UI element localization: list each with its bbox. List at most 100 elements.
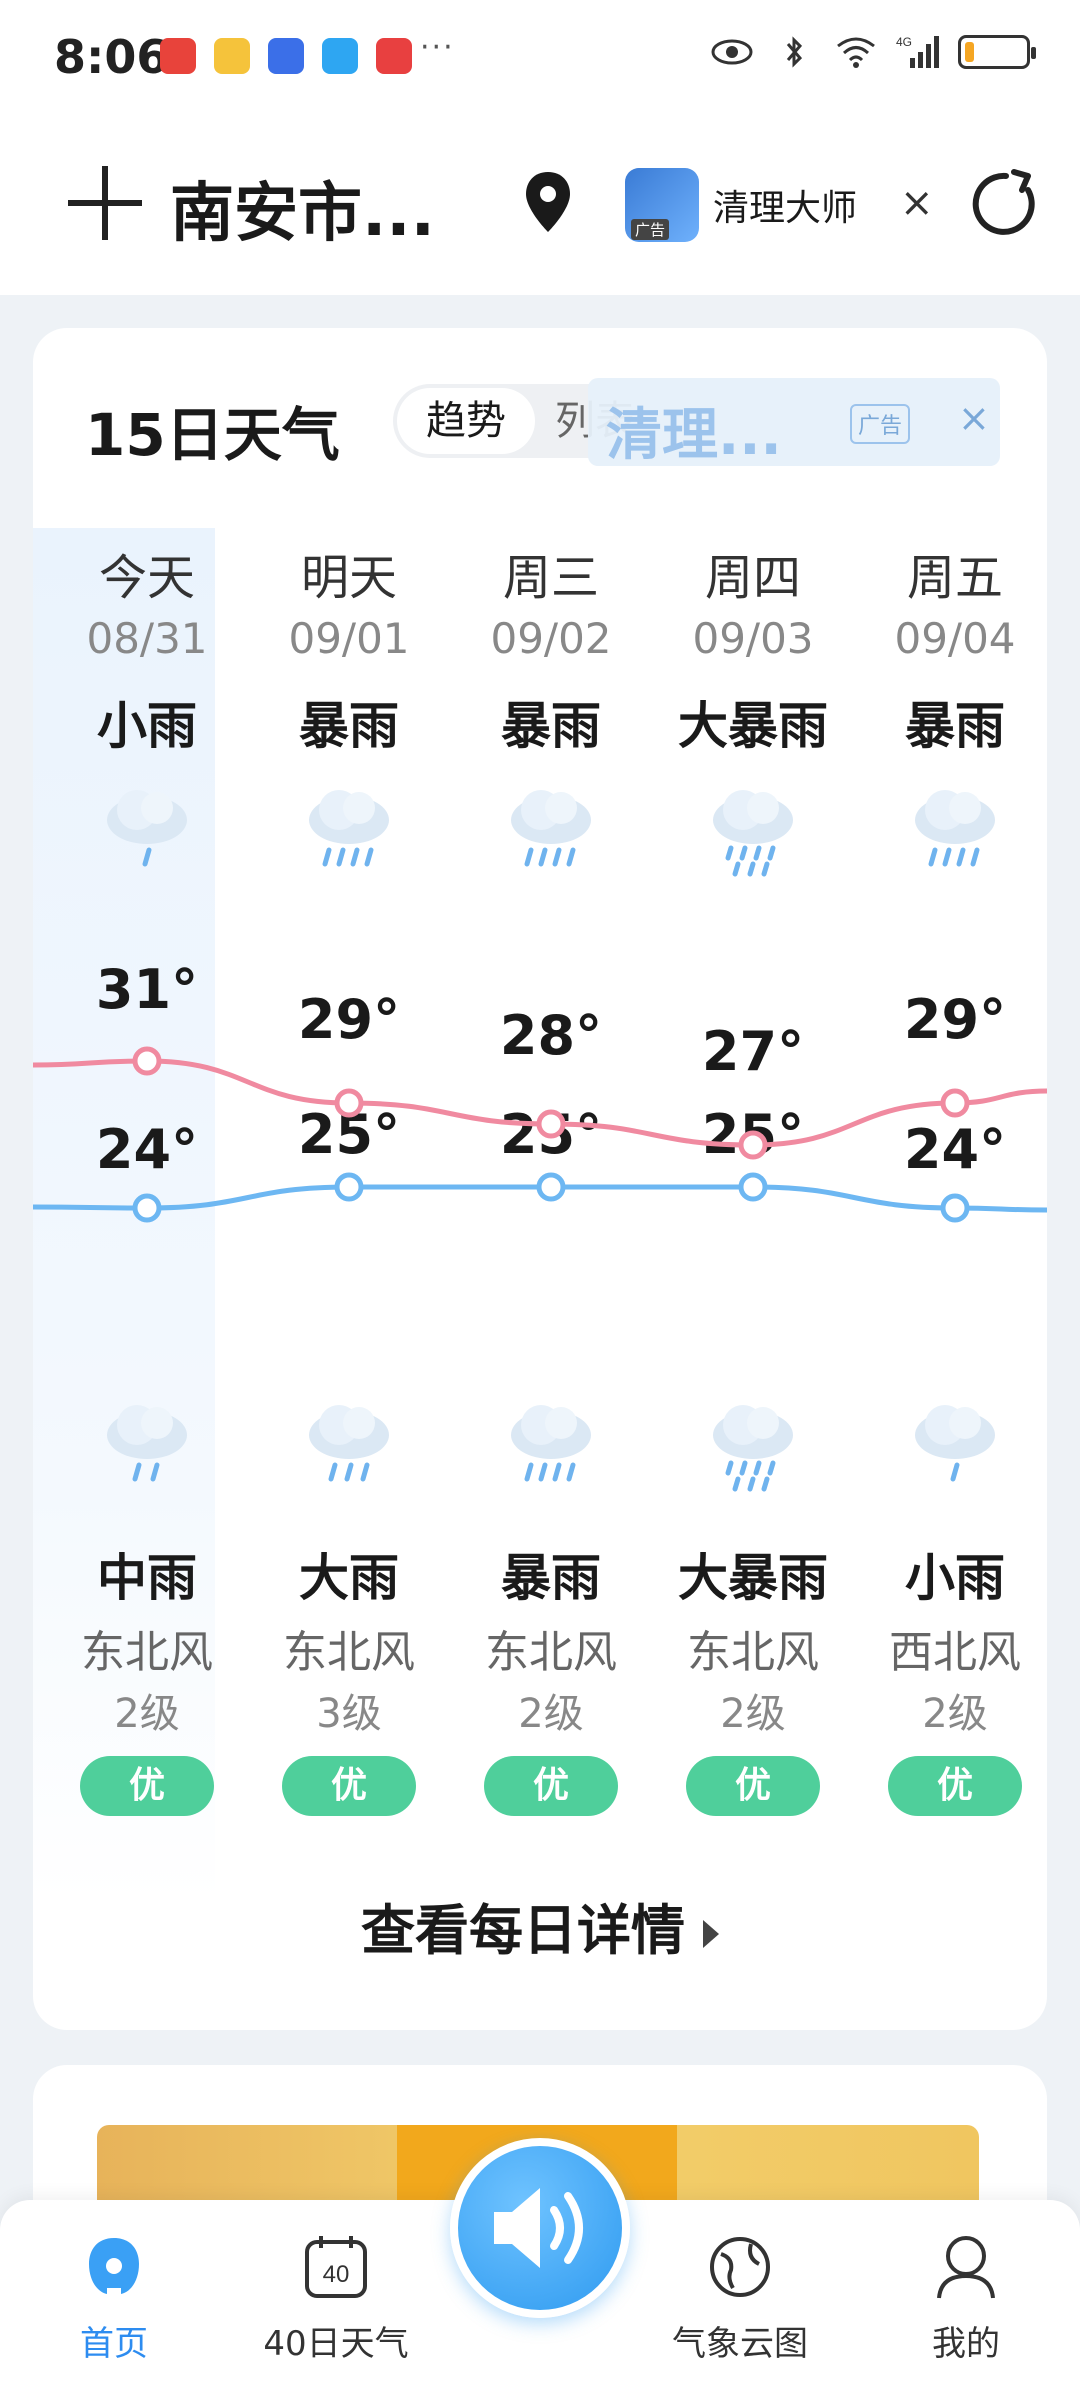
wind-direction: 西北风 bbox=[889, 1627, 1021, 1678]
svg-text:40: 40 bbox=[323, 2261, 350, 2288]
low-temp-point bbox=[334, 1172, 364, 1202]
voice-broadcast-button[interactable] bbox=[450, 2138, 630, 2318]
day-label: 周四 bbox=[704, 550, 801, 606]
night-weather: 大雨 bbox=[299, 1549, 399, 1607]
aqi-badge: 优 bbox=[888, 1756, 1022, 1816]
rainstorm-icon bbox=[511, 1405, 591, 1482]
wind-direction: 东北风 bbox=[485, 1627, 617, 1678]
view-daily-details-link[interactable]: 查看每日详情 bbox=[33, 1886, 1047, 1965]
day-date: 09/03 bbox=[692, 614, 814, 663]
high-temp: 29° bbox=[903, 988, 1007, 1051]
rainstorm-icon bbox=[309, 790, 389, 867]
refresh-icon[interactable] bbox=[970, 168, 1042, 240]
eye-icon bbox=[711, 39, 753, 65]
aqi-badge: 优 bbox=[484, 1756, 618, 1816]
header-ad[interactable]: 广告 清理大师 bbox=[625, 160, 857, 250]
day-label: 明天 bbox=[300, 550, 397, 606]
card-ad-close-button[interactable]: × bbox=[958, 396, 990, 440]
night-weather: 大暴雨 bbox=[678, 1549, 828, 1607]
wind-level: 2级 bbox=[922, 1691, 988, 1737]
ad-app-logo: 广告 bbox=[625, 168, 699, 242]
nav-label: 首页 bbox=[80, 2324, 148, 2364]
moderate-rain-icon bbox=[107, 1405, 187, 1482]
weibo-icon bbox=[214, 38, 250, 74]
wind-level: 2级 bbox=[114, 1691, 180, 1737]
nav-40-day[interactable]: 40 40日天气 bbox=[246, 2230, 426, 2365]
top-header: 南安市... 广告 清理大师 × bbox=[0, 110, 1080, 295]
day-date: 09/04 bbox=[894, 614, 1016, 663]
nav-cloud-map[interactable]: 气象云图 bbox=[650, 2230, 830, 2365]
wind-direction: 东北风 bbox=[283, 1627, 415, 1678]
nav-profile[interactable]: 我的 bbox=[876, 2230, 1056, 2365]
low-temp-point bbox=[940, 1193, 970, 1223]
wind-direction: 东北风 bbox=[687, 1627, 819, 1678]
caret-right-icon bbox=[703, 1920, 719, 1949]
nav-label: 我的 bbox=[932, 2324, 1000, 2364]
home-icon bbox=[89, 2238, 139, 2294]
nav-home[interactable]: 首页 bbox=[24, 2230, 204, 2365]
globe-icon bbox=[710, 2237, 770, 2297]
status-time: 8:06 bbox=[54, 30, 169, 84]
card-ad-banner[interactable]: 清理... 广告 × bbox=[588, 378, 1000, 468]
add-city-icon[interactable] bbox=[68, 166, 142, 240]
location-pin-icon[interactable] bbox=[520, 168, 576, 236]
svg-text:4G: 4G bbox=[896, 35, 912, 49]
night-weather: 暴雨 bbox=[501, 1549, 601, 1607]
low-temp: 25° bbox=[297, 1103, 401, 1166]
wifi-icon bbox=[837, 37, 875, 68]
day-date: 09/02 bbox=[490, 614, 612, 663]
wind-direction: 东北风 bbox=[81, 1627, 213, 1678]
shield-app-icon bbox=[268, 38, 304, 74]
profile-icon bbox=[937, 2236, 995, 2299]
aqi-badge: 优 bbox=[282, 1756, 416, 1816]
heavy-rainstorm-icon bbox=[713, 790, 793, 877]
rainstorm-icon bbox=[511, 790, 591, 867]
night-weather: 中雨 bbox=[97, 1549, 197, 1607]
status-more: ··· bbox=[420, 30, 455, 65]
day-date: 08/31 bbox=[86, 614, 208, 663]
light-rain-icon bbox=[107, 790, 187, 867]
huawei-app-icon bbox=[160, 38, 196, 74]
battery-icon bbox=[958, 35, 1036, 69]
nav-label: 气象云图 bbox=[672, 2324, 808, 2364]
day-label: 周三 bbox=[502, 550, 599, 606]
status-right: 4G bbox=[710, 34, 1036, 70]
day-weather: 大暴雨 bbox=[678, 697, 828, 755]
ad-close-button[interactable]: × bbox=[900, 180, 934, 226]
day-label: 今天 bbox=[98, 550, 195, 606]
detail-label: 查看每日详情 bbox=[361, 1899, 685, 1962]
high-temp: 28° bbox=[499, 1004, 603, 1067]
day-weather: 暴雨 bbox=[501, 697, 601, 755]
message-app-icon bbox=[322, 38, 358, 74]
4g-signal-icon: 4G bbox=[896, 35, 939, 68]
day-weather: 暴雨 bbox=[299, 697, 399, 755]
heavy-rain-icon bbox=[309, 1405, 389, 1482]
forecast-title: 15日天气 bbox=[85, 401, 340, 469]
status-app-icons bbox=[160, 38, 412, 74]
speaker-icon bbox=[494, 2188, 583, 2268]
city-name[interactable]: 南安市... bbox=[170, 162, 435, 254]
wind-level: 2级 bbox=[518, 1691, 584, 1737]
card-ad-text: 清理... bbox=[606, 403, 782, 468]
ad-tag: 广告 bbox=[631, 219, 670, 240]
forecast-card: 15日天气 趋势 列表 清理... 广告 × 今天 08/31 小雨 31° 2… bbox=[33, 328, 1047, 2030]
day-label: 周五 bbox=[906, 550, 1003, 606]
bluetooth-icon bbox=[786, 36, 803, 68]
low-temp: 24° bbox=[95, 1118, 199, 1181]
toggle-trend[interactable]: 趋势 bbox=[397, 388, 535, 454]
light-rain-icon bbox=[915, 1405, 995, 1482]
wind-level: 3级 bbox=[316, 1691, 382, 1737]
nav-label: 40日天气 bbox=[263, 2324, 409, 2364]
low-temp: 24° bbox=[903, 1118, 1007, 1181]
calendar-40-icon: 40 bbox=[305, 2236, 367, 2298]
battery-level bbox=[965, 42, 974, 62]
status-bar: 8:06 ··· 4G bbox=[0, 0, 1080, 110]
night-weather: 小雨 bbox=[905, 1549, 1005, 1607]
low-temp-point bbox=[536, 1172, 566, 1202]
aqi-badge: 优 bbox=[686, 1756, 820, 1816]
book-app-icon bbox=[376, 38, 412, 74]
ad-title: 清理大师 bbox=[713, 188, 858, 229]
high-temp: 31° bbox=[95, 958, 199, 1021]
card-ad-tag: 广告 bbox=[850, 404, 911, 444]
wind-level: 2级 bbox=[720, 1691, 786, 1737]
